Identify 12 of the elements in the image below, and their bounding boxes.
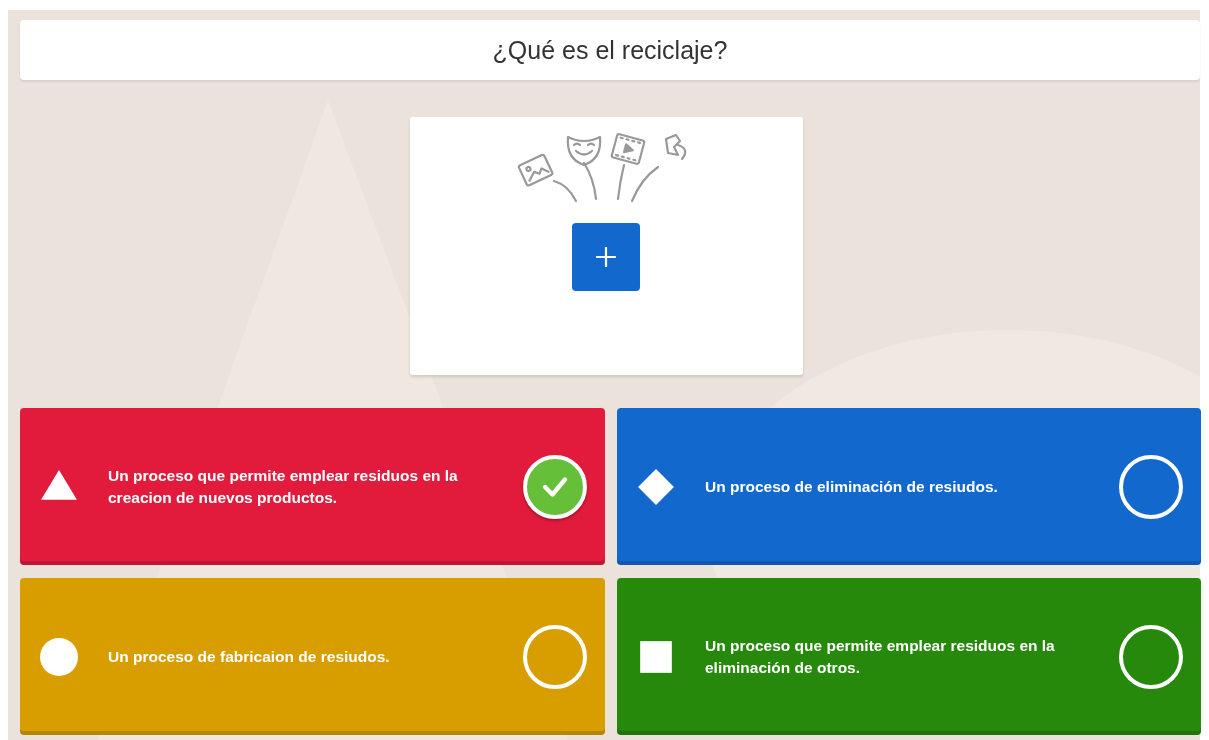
answer-text[interactable]: Un proceso que permite emplear residuos en la eliminación de otros. — [705, 634, 1055, 679]
answer-checkbox[interactable] — [1119, 624, 1183, 689]
plus-icon — [595, 246, 617, 268]
answer-text[interactable]: Un proceso de fabricaion de resiudos. — [108, 645, 458, 668]
answer-checkbox[interactable] — [523, 624, 587, 689]
answer-text[interactable]: Un proceso que permite emplear residuos en la creacion de nuevos productos. — [108, 464, 458, 509]
answer-checkbox[interactable] — [1119, 454, 1183, 519]
answer-text[interactable]: Un proceso de eliminación de resiudos. — [705, 475, 1055, 498]
correct-answer-checkbox[interactable] — [523, 454, 587, 519]
question-field[interactable]: ¿Qué es el reciclaje? — [20, 20, 1200, 80]
diamond-icon — [637, 467, 675, 506]
circle-icon — [40, 637, 78, 676]
